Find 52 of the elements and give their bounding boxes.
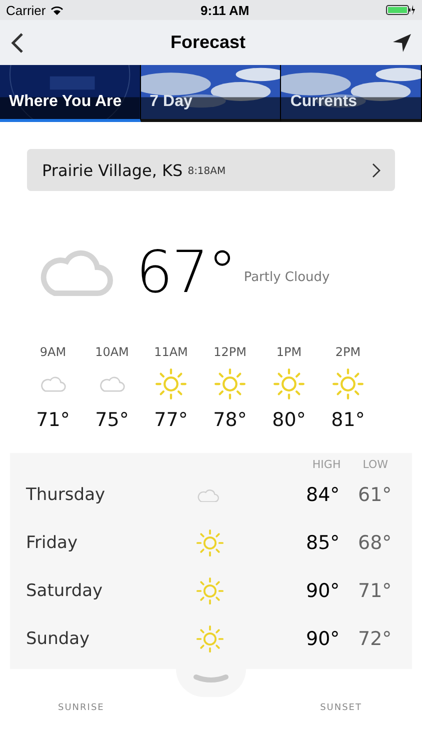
tab[interactable]: Where You Are: [0, 65, 141, 122]
hour-temperature: 77°: [154, 409, 188, 431]
hour-label: 9AM: [40, 345, 66, 359]
low-temperature: 61°: [358, 484, 392, 506]
low-temperature: 71°: [358, 580, 392, 602]
high-temperature: 84°: [306, 484, 341, 506]
day-name: Friday: [26, 533, 79, 553]
status-time: 9:11 AM: [200, 2, 250, 18]
high-temperature: 90°: [306, 628, 341, 650]
low-label: LOW: [362, 458, 388, 471]
high-temperature: 85°: [306, 532, 341, 554]
screen-title: Forecast: [170, 32, 246, 53]
sunset-label: SUNSET: [320, 703, 362, 713]
low-temperature: 68°: [358, 532, 392, 554]
current-temperature: 67°: [136, 238, 236, 306]
day-name: Sunday: [26, 629, 91, 649]
day-name: Thursday: [26, 485, 106, 505]
hour-label: 2PM: [335, 345, 361, 359]
hour-temperature: 71°: [36, 409, 70, 431]
tab[interactable]: Currents: [281, 65, 422, 122]
hour-label: 12PM: [214, 345, 246, 359]
sun-icon: [196, 529, 224, 557]
cloud-icon: [39, 375, 67, 393]
sun-icon: [196, 577, 224, 605]
location-button[interactable]: Prairie Village, KS 8:18AM: [27, 149, 395, 191]
hour-temperature: 81°: [331, 409, 365, 431]
low-temperature: 72°: [358, 628, 392, 650]
back-icon[interactable]: [10, 32, 24, 54]
battery-icon: [386, 4, 416, 16]
cloud-icon: [196, 488, 220, 502]
high-temperature: 90°: [306, 580, 341, 602]
high-label: HIGH: [312, 458, 341, 471]
wifi-icon: [50, 5, 64, 15]
hour-label: 11AM: [154, 345, 188, 359]
condition-text: Partly Cloudy: [244, 270, 330, 285]
sun-icon: [214, 368, 246, 400]
sun-icon: [196, 625, 224, 653]
sun-icon: [155, 368, 187, 400]
hour-temperature: 78°: [213, 409, 247, 431]
sun-icon: [332, 368, 364, 400]
location-arrow-icon[interactable]: [392, 32, 412, 52]
hour-temperature: 75°: [95, 409, 129, 431]
day-name: Saturday: [26, 581, 104, 601]
hour-label: 1PM: [276, 345, 302, 359]
sunrise-label: SUNRISE: [58, 703, 104, 713]
sun-icon: [273, 368, 305, 400]
hour-label: 10AM: [95, 345, 129, 359]
chevron-icon: [372, 162, 381, 178]
cloud-icon: [98, 375, 126, 393]
hour-temperature: 80°: [272, 409, 306, 431]
carrier-name: Carrier: [6, 2, 46, 18]
tab[interactable]: 7 Day: [140, 65, 282, 122]
